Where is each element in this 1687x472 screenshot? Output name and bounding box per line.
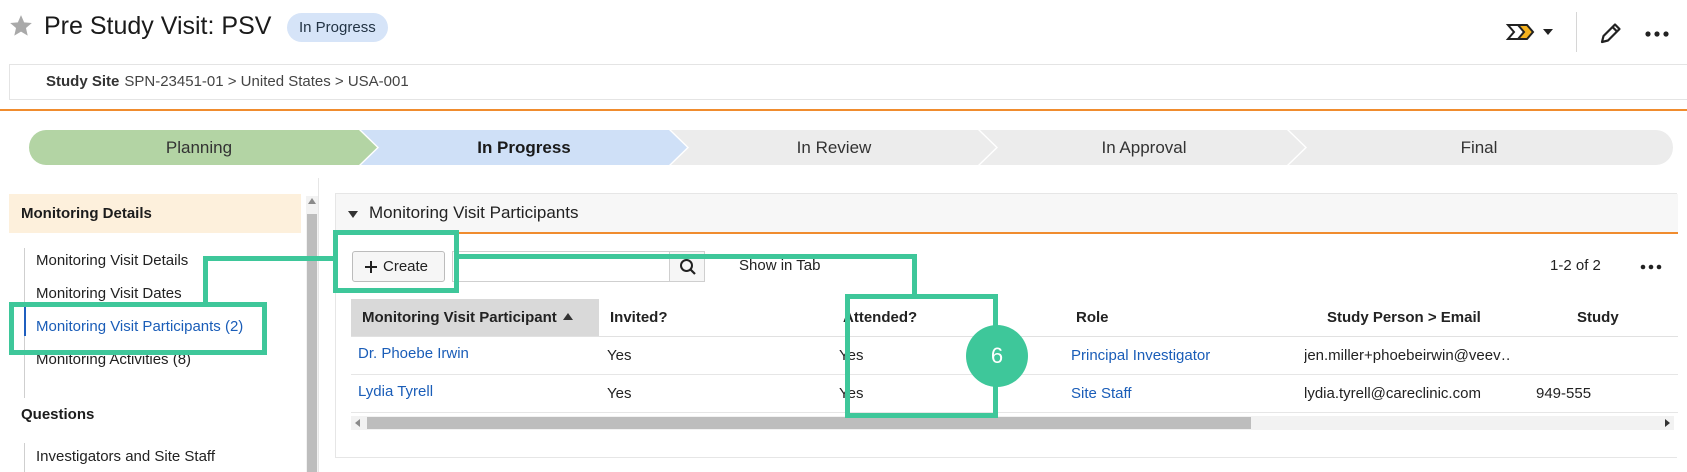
invited-value: Yes [607, 385, 632, 402]
lifecycle-stage-bar: Planning In Progress In Review In Approv… [29, 130, 1674, 165]
nav-item-monitoring-activities[interactable]: Monitoring Activities (8) [36, 351, 191, 368]
page-title: Pre Study Visit: PSV [44, 12, 272, 40]
sort-ascending-icon [562, 313, 573, 320]
header-divider [1576, 12, 1577, 52]
create-button-label: Create [383, 258, 429, 275]
nav-scrollbar[interactable] [306, 196, 318, 472]
nav-section-questions[interactable]: Questions [21, 406, 94, 423]
nav-tree-line [24, 443, 25, 472]
table-scrollbar-thumb[interactable] [367, 417, 1251, 429]
workflow-menu-button[interactable] [1505, 18, 1557, 46]
scroll-right-arrow-icon[interactable] [1665, 419, 1670, 427]
attended-value: Yes [839, 347, 864, 364]
section-title: Monitoring Visit Participants [369, 203, 579, 222]
stage-in-progress: In Progress [477, 138, 571, 157]
section-navigation: Monitoring Details Monitoring Visit Deta… [0, 178, 319, 472]
annotation-step-badge: 6 [966, 325, 1028, 387]
create-button[interactable]: Create [352, 251, 445, 282]
nav-item-monitoring-visit-dates[interactable]: Monitoring Visit Dates [36, 285, 182, 302]
participant-link[interactable]: Dr. Phoebe Irwin [358, 335, 469, 373]
scroll-up-arrow-icon[interactable] [308, 198, 316, 204]
show-in-tab-link[interactable]: Show in Tab [739, 257, 820, 274]
stage-planning: Planning [165, 138, 233, 157]
record-header: Pre Study Visit: PSV In Progress [0, 0, 1687, 56]
pagination-count: 1-2 of 2 [1550, 257, 1601, 274]
column-header-invited[interactable]: Invited? [599, 299, 832, 337]
status-badge: In Progress [287, 13, 388, 42]
more-options-icon [1645, 31, 1669, 37]
more-options-icon [1640, 264, 1662, 270]
column-header-study[interactable]: Study [1566, 299, 1678, 337]
nav-header-monitoring-details[interactable]: Monitoring Details [9, 194, 301, 233]
plus-icon [365, 261, 377, 273]
column-header-role[interactable]: Role [1065, 299, 1316, 337]
participant-link[interactable]: Lydia Tyrell [358, 373, 433, 411]
nav-item-investigators-site-staff[interactable]: Investigators and Site Staff [36, 448, 215, 465]
star-icon[interactable] [8, 13, 34, 39]
more-actions-button[interactable] [1642, 18, 1672, 48]
section-more-actions-button[interactable] [1636, 252, 1666, 282]
nav-item-monitoring-visit-details[interactable]: Monitoring Visit Details [36, 252, 188, 269]
breadcrumb-path[interactable]: SPN-23451-01 > United States > USA-001 [124, 73, 408, 90]
attended-value: Yes [839, 385, 864, 402]
stage-final: Final [1460, 138, 1498, 157]
breadcrumb-label: Study Site [46, 73, 120, 90]
column-header-participant[interactable]: Monitoring Visit Participant [351, 299, 599, 337]
scroll-left-arrow-icon[interactable] [355, 419, 360, 427]
column-header-attended[interactable]: Attended? [832, 299, 1065, 337]
search-icon [680, 259, 696, 275]
pencil-icon [1600, 23, 1621, 44]
chevron-down-icon [1543, 29, 1553, 35]
stage-in-approval: In Approval [1101, 138, 1187, 157]
search-button[interactable] [669, 251, 705, 282]
column-header-email[interactable]: Study Person > Email [1316, 299, 1566, 337]
workflow-menu-icon [1505, 24, 1553, 40]
section-header[interactable]: Monitoring Visit Participants [336, 194, 1678, 234]
table-horizontal-scrollbar[interactable] [351, 416, 1674, 430]
nav-active-indicator [24, 306, 26, 336]
study-value: 949-555 [1536, 385, 1592, 402]
header-divider-line [0, 109, 1687, 111]
breadcrumb: Study Site SPN-23451-01 > United States >… [9, 64, 1687, 100]
nav-item-monitoring-visit-participants[interactable]: Monitoring Visit Participants (2) [36, 318, 243, 335]
email-value: lydia.tyrell@careclinic.com [1304, 385, 1481, 402]
nav-scrollbar-thumb[interactable] [307, 214, 317, 472]
email-value: jen.miller+phoebeirwin@veev… [1304, 347, 1509, 364]
invited-value: Yes [607, 347, 632, 364]
edit-button[interactable] [1596, 18, 1626, 48]
role-link[interactable]: Principal Investigator [1071, 337, 1210, 375]
role-link[interactable]: Site Staff [1071, 375, 1132, 413]
search-input[interactable] [452, 251, 669, 282]
stage-in-review: In Review [796, 138, 872, 157]
collapse-caret-icon[interactable] [348, 211, 358, 218]
